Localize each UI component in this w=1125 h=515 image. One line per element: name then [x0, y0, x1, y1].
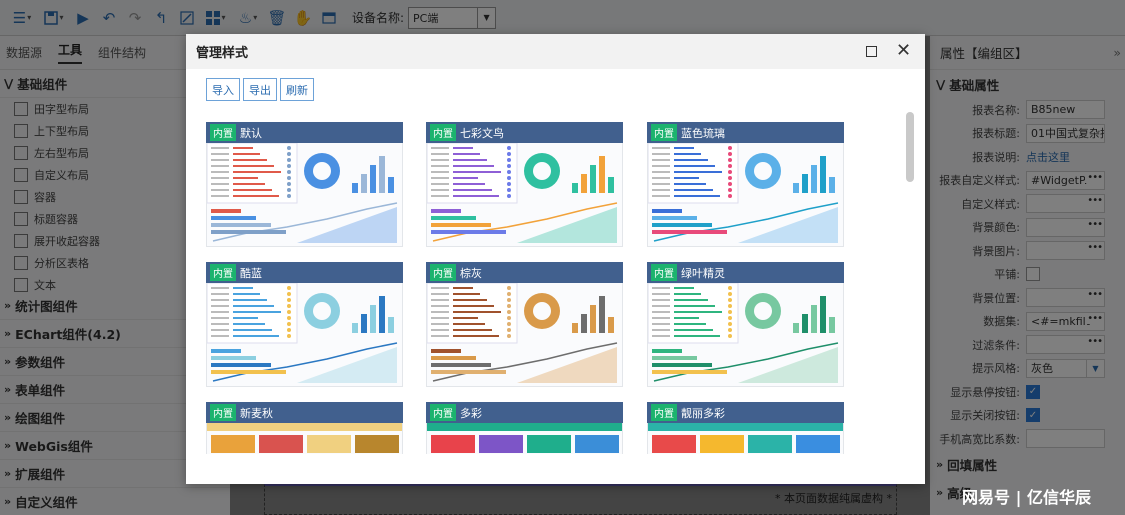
builtin-badge: 内置	[430, 264, 456, 281]
style-preview	[647, 143, 844, 247]
style-preview	[206, 283, 403, 387]
style-name: 酷蓝	[240, 266, 262, 280]
style-name: 靓丽多彩	[681, 406, 725, 420]
style-preview	[426, 143, 623, 247]
style-preview	[426, 283, 623, 387]
builtin-badge: 内置	[651, 124, 677, 141]
preview-thumbnail	[207, 143, 398, 243]
style-card-header: 内置 蓝色琉璃	[647, 122, 844, 143]
style-card-header: 内置 多彩	[426, 402, 623, 423]
style-card-header: 内置 棕灰	[426, 262, 623, 283]
manage-style-dialog: 管理样式 ✕ 导入 导出 刷新 内置 默认 内置 七彩文鸟 内置 蓝色琉璃 内置 酷蓝 内置 棕灰…	[186, 34, 925, 484]
style-name: 多彩	[460, 406, 482, 420]
style-card[interactable]: 内置 棕灰	[426, 262, 623, 387]
style-card[interactable]: 内置 蓝色琉璃	[647, 122, 844, 247]
builtin-badge: 内置	[430, 124, 456, 141]
style-card[interactable]: 内置 靓丽多彩	[647, 402, 844, 454]
preview-thumbnail	[207, 283, 398, 383]
style-preview	[206, 143, 403, 247]
style-card[interactable]: 内置 默认	[206, 122, 403, 247]
style-card[interactable]: 内置 绿叶精灵	[647, 262, 844, 387]
style-card[interactable]: 内置 酷蓝	[206, 262, 403, 387]
dialog-scrollbar[interactable]	[906, 112, 914, 182]
style-preview	[647, 423, 844, 454]
style-card-header: 内置 靓丽多彩	[647, 402, 844, 423]
style-card[interactable]: 内置 七彩文鸟	[426, 122, 623, 247]
style-name: 新麦秋	[240, 406, 273, 420]
preview-thumbnail	[207, 423, 402, 453]
style-preview	[206, 423, 403, 454]
builtin-badge: 内置	[210, 264, 236, 281]
style-name: 七彩文鸟	[460, 126, 504, 140]
preview-thumbnail	[427, 283, 618, 383]
preview-thumbnail	[427, 143, 618, 243]
style-card-header: 内置 绿叶精灵	[647, 262, 844, 283]
builtin-badge: 内置	[651, 264, 677, 281]
style-card-header: 内置 新麦秋	[206, 402, 403, 423]
builtin-badge: 内置	[210, 404, 236, 421]
style-name: 棕灰	[460, 266, 482, 280]
style-card-header: 内置 酷蓝	[206, 262, 403, 283]
preview-thumbnail	[648, 423, 843, 453]
builtin-badge: 内置	[651, 404, 677, 421]
style-preview	[647, 283, 844, 387]
style-name: 蓝色琉璃	[681, 126, 725, 140]
style-name: 默认	[240, 126, 262, 140]
style-name: 绿叶精灵	[681, 266, 725, 280]
style-card-header: 内置 默认	[206, 122, 403, 143]
builtin-badge: 内置	[210, 124, 236, 141]
preview-thumbnail	[427, 423, 622, 453]
watermark: 网易号 | 亿信华辰	[962, 488, 1091, 507]
builtin-badge: 内置	[430, 404, 456, 421]
style-card[interactable]: 内置 新麦秋	[206, 402, 403, 454]
style-preview	[426, 423, 623, 454]
style-grid: 内置 默认 内置 七彩文鸟 内置 蓝色琉璃 内置 酷蓝 内置 棕灰 内置 绿叶精灵 内置 新麦秋 内置 多彩内…	[186, 34, 925, 454]
preview-thumbnail	[648, 143, 839, 243]
style-card-header: 内置 七彩文鸟	[426, 122, 623, 143]
preview-thumbnail	[648, 283, 839, 383]
style-card[interactable]: 内置 多彩	[426, 402, 623, 454]
